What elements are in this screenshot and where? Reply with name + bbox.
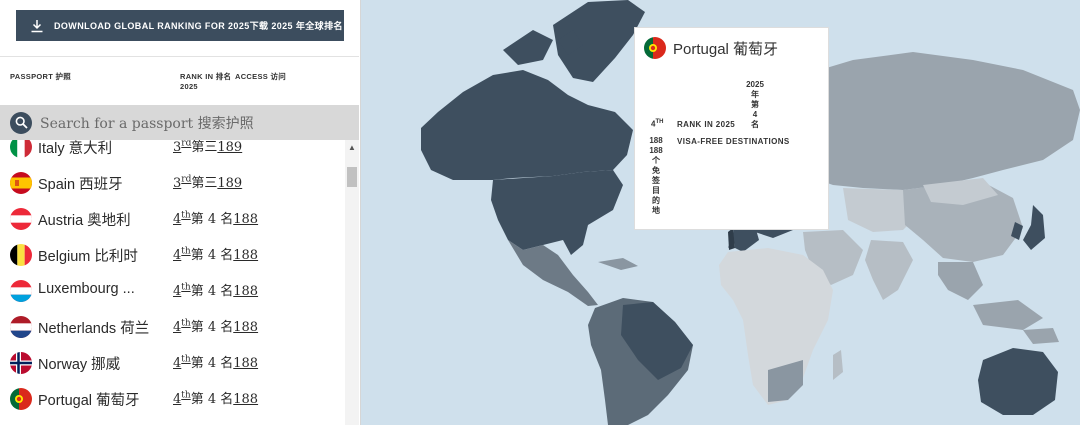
passport-row[interactable]: Norway 挪威 4th第 4 名188	[0, 345, 345, 381]
passport-search-bar[interactable]: Search for a passport 搜索护照	[0, 105, 359, 140]
tooltip-dest-cn-line: 签	[652, 176, 660, 185]
access-count[interactable]: 189	[217, 140, 242, 155]
tooltip-year-cn-line: 第	[751, 100, 759, 109]
rank-cn: 第三	[191, 140, 218, 155]
passport-row[interactable]: Spain 西班牙 3rd第三189	[0, 165, 345, 201]
rank-cn: 第 4 名	[190, 248, 234, 263]
passport-country-name[interactable]: Norway 挪威	[38, 353, 120, 374]
tooltip-dest-number: 188	[649, 136, 663, 145]
spain-flag-icon	[10, 172, 32, 194]
passport-rank[interactable]: 4th第 4 名188	[173, 244, 258, 263]
passport-row[interactable]: Netherlands 荷兰 4th第 4 名188	[0, 309, 345, 345]
search-input[interactable]: Search for a passport 搜索护照	[40, 113, 254, 133]
passport-list: Italy 意大利 3rd第三189 Spain 西班牙 3rd第三189 Austri…	[0, 140, 345, 425]
tooltip-year-cn-line: 4	[752, 110, 758, 119]
netherlands-flag-icon	[10, 316, 32, 338]
tooltip-country-name: Portugal 葡萄牙	[673, 41, 779, 58]
passport-rank[interactable]: 3rd第三189	[173, 140, 242, 155]
tooltip-year-cn-line: 2025	[746, 80, 764, 89]
tooltip-year-cn-line: 年	[751, 90, 759, 99]
passport-row[interactable]: Austria 奥地利 4th第 4 名188	[0, 201, 345, 237]
tooltip-dest-cn-line: 188	[649, 146, 663, 155]
list-scrollbar[interactable]: ▲	[345, 140, 359, 425]
passport-rank[interactable]: 4th第 4 名188	[173, 388, 258, 407]
download-icon	[31, 19, 43, 32]
passport-rank[interactable]: 4th第 4 名188	[173, 208, 258, 227]
access-column-header[interactable]: ACCESS 访问	[235, 72, 286, 82]
passport-row[interactable]: Belgium 比利时 4th第 4 名188	[0, 237, 345, 273]
tooltip-rank-value: 4TH	[651, 119, 663, 129]
access-count[interactable]: 188	[233, 284, 258, 299]
ranking-panel: DOWNLOAD GLOBAL RANKING FOR 2025下载 2025 …	[0, 0, 361, 425]
download-ranking-button[interactable]: DOWNLOAD GLOBAL RANKING FOR 2025下载 2025 …	[16, 10, 344, 41]
rank-suffix: th	[181, 318, 191, 329]
luxembourg-flag-icon	[10, 280, 32, 302]
passport-row[interactable]: Luxembourg ... 4th第 4 名188	[0, 273, 345, 309]
tooltip-rank-label: RANK IN 2025	[677, 120, 736, 129]
download-button-label: DOWNLOAD GLOBAL RANKING FOR 2025下载 2025 …	[54, 21, 343, 31]
passport-country-name[interactable]: Spain 西班牙	[38, 173, 123, 194]
tooltip-destinations-label: VISA-FREE DESTINATIONS	[677, 137, 790, 146]
scrollbar-thumb[interactable]	[347, 167, 357, 187]
passport-country-name[interactable]: Austria 奥地利	[38, 209, 131, 230]
rank-year-label: 2025	[180, 82, 198, 91]
passport-rank[interactable]: 4th第 4 名188	[173, 316, 258, 335]
access-count[interactable]: 188	[233, 212, 258, 227]
rank-suffix: th	[181, 210, 191, 221]
tooltip-year-cn: 2025 年 第 4 名	[743, 80, 767, 130]
passport-country-name[interactable]: Belgium 比利时	[38, 245, 138, 266]
access-count[interactable]: 188	[233, 356, 258, 371]
rank-suffix: th	[181, 246, 191, 257]
passport-country-name[interactable]: Luxembourg ...	[38, 281, 135, 297]
search-icon[interactable]	[10, 111, 32, 134]
passport-country-name[interactable]: Netherlands 荷兰	[38, 317, 149, 338]
tooltip-year-cn-line: 名	[751, 120, 759, 129]
passport-column-header[interactable]: PASSPORT 护照	[10, 72, 71, 82]
rank-suffix: th	[181, 390, 191, 401]
portugal-flag-icon	[10, 388, 32, 410]
tooltip-destinations-value: 188 188 个 免 签 目 的 地	[649, 136, 663, 216]
table-header: PASSPORT 护照 RANK IN 排名 ACCESS 访问 2025	[0, 56, 359, 105]
access-count[interactable]: 188	[233, 320, 258, 335]
portugal-flag-icon	[644, 37, 666, 59]
austria-flag-icon	[10, 208, 32, 230]
belgium-flag-icon	[10, 244, 32, 266]
tooltip-rank-suffix: TH	[655, 119, 664, 125]
rank-suffix: th	[181, 354, 191, 365]
tooltip-dest-cn-line: 地	[652, 206, 660, 215]
rank-cn: 第 4 名	[190, 212, 234, 227]
access-count[interactable]: 188	[233, 248, 258, 263]
rank-column-header[interactable]: RANK IN 排名	[180, 72, 231, 82]
access-count[interactable]: 188	[233, 392, 258, 407]
norway-flag-icon	[10, 352, 32, 374]
passport-row[interactable]: Portugal 葡萄牙 4th第 4 名188	[0, 381, 345, 417]
rank-cn: 第 4 名	[190, 392, 234, 407]
rank-cn: 第 4 名	[190, 320, 234, 335]
rank-suffix: th	[181, 282, 191, 293]
tooltip-dest-cn-line: 的	[652, 196, 660, 205]
tooltip-dest-cn-line: 免	[652, 166, 660, 175]
rank-suffix: rd	[181, 140, 192, 149]
australia-region[interactable]	[978, 348, 1058, 415]
rank-cn: 第 4 名	[190, 356, 234, 371]
passport-country-name[interactable]: Portugal 葡萄牙	[38, 389, 140, 410]
passport-rank[interactable]: 3rd第三189	[173, 172, 242, 191]
tooltip-dest-cn-line: 目	[652, 186, 660, 195]
scroll-up-arrow-icon[interactable]: ▲	[348, 143, 356, 152]
passport-rank[interactable]: 4th第 4 名188	[173, 280, 258, 299]
passport-rank[interactable]: 4th第 4 名188	[173, 352, 258, 371]
passport-row[interactable]: Italy 意大利 3rd第三189	[0, 140, 345, 165]
rank-suffix: rd	[181, 174, 192, 185]
rank-cn: 第三	[191, 176, 218, 191]
rank-cn: 第 4 名	[190, 284, 234, 299]
passport-country-name[interactable]: Italy 意大利	[38, 140, 112, 158]
country-tooltip: Portugal 葡萄牙 2025 年 第 4 名 4TH RANK IN 20…	[634, 27, 829, 230]
italy-flag-icon	[10, 140, 32, 158]
access-count[interactable]: 189	[217, 176, 242, 191]
tooltip-dest-cn-line: 个	[652, 156, 660, 165]
